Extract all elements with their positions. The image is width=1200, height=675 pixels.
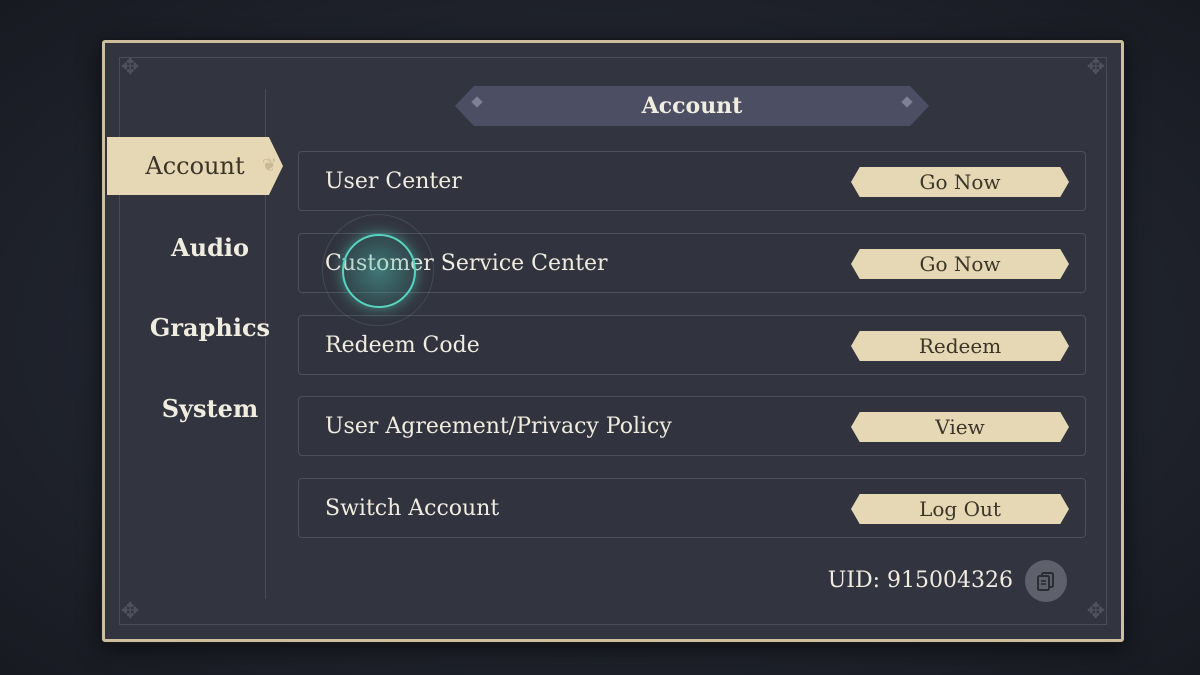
- sidebar-item-account[interactable]: Account ❦: [107, 137, 283, 195]
- row-user-agreement: User Agreement/Privacy Policy View: [298, 396, 1086, 456]
- sidebar-item-audio[interactable]: Audio: [145, 228, 275, 268]
- row-label: Switch Account: [325, 496, 500, 521]
- row-label: User Center: [325, 169, 462, 194]
- customer-service-go-now-button[interactable]: Go Now: [851, 249, 1069, 279]
- sidebar-item-label: Account: [145, 152, 245, 180]
- corner-ornament-icon: ✥: [121, 55, 140, 80]
- view-button[interactable]: View: [851, 412, 1069, 442]
- copy-icon: [1037, 572, 1054, 591]
- settings-panel: ✥ ✥ ✥ ✥ Account ❦ Audio Graphics System …: [102, 40, 1124, 642]
- sidebar-item-label: Graphics: [149, 313, 271, 342]
- corner-ornament-icon: ✥: [121, 599, 140, 624]
- user-center-go-now-button[interactable]: Go Now: [851, 167, 1069, 197]
- row-user-center: User Center Go Now: [298, 151, 1086, 211]
- sidebar-item-label: Audio: [171, 233, 249, 262]
- sidebar-item-graphics[interactable]: Graphics: [145, 308, 275, 348]
- copy-uid-button[interactable]: [1025, 560, 1067, 602]
- sidebar-item-label: System: [161, 394, 259, 423]
- corner-ornament-icon: ✥: [1086, 599, 1105, 624]
- corner-ornament-icon: ✥: [1086, 55, 1105, 80]
- touch-indicator: [342, 234, 416, 308]
- row-label: User Agreement/Privacy Policy: [325, 414, 672, 439]
- uid-text: UID: 915004326: [827, 568, 1013, 593]
- redeem-button[interactable]: Redeem: [851, 331, 1069, 361]
- page-title: Account: [641, 93, 743, 119]
- row-label: Redeem Code: [325, 333, 480, 358]
- row-switch-account: Switch Account Log Out: [298, 478, 1086, 538]
- swirl-ornament-icon: ❦: [261, 155, 277, 176]
- log-out-button[interactable]: Log Out: [851, 494, 1069, 524]
- sidebar-item-system[interactable]: System: [145, 389, 275, 429]
- row-redeem-code: Redeem Code Redeem: [298, 315, 1086, 375]
